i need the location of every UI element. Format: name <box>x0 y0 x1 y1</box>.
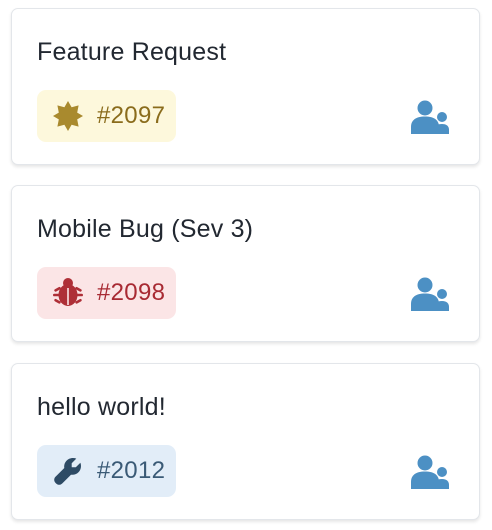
ticket-number: #2098 <box>97 279 166 306</box>
bug-icon <box>52 277 84 309</box>
users-icon <box>411 277 449 311</box>
ticket-card[interactable]: Mobile Bug (Sev 3) #2098 <box>11 185 480 342</box>
assignees-button[interactable] <box>411 455 449 489</box>
assignees-button[interactable] <box>411 277 449 311</box>
ticket-card[interactable]: Feature Request #2097 <box>11 8 480 165</box>
ticket-card[interactable]: hello world! #2012 <box>11 363 480 520</box>
ticket-number: #2097 <box>97 102 166 129</box>
ticket-badge[interactable]: #2098 <box>37 267 177 319</box>
card-title[interactable]: Feature Request <box>37 37 226 67</box>
users-icon <box>411 455 449 489</box>
users-icon <box>411 100 449 134</box>
card-title[interactable]: Mobile Bug (Sev 3) <box>37 214 253 244</box>
card-title[interactable]: hello world! <box>37 392 166 422</box>
ticket-number: #2012 <box>97 457 166 484</box>
ticket-badge[interactable]: #2097 <box>37 90 177 142</box>
assignees-button[interactable] <box>411 100 449 134</box>
ticket-badge[interactable]: #2012 <box>37 445 177 497</box>
star-badge-icon <box>52 100 84 132</box>
wrench-icon <box>52 455 84 487</box>
